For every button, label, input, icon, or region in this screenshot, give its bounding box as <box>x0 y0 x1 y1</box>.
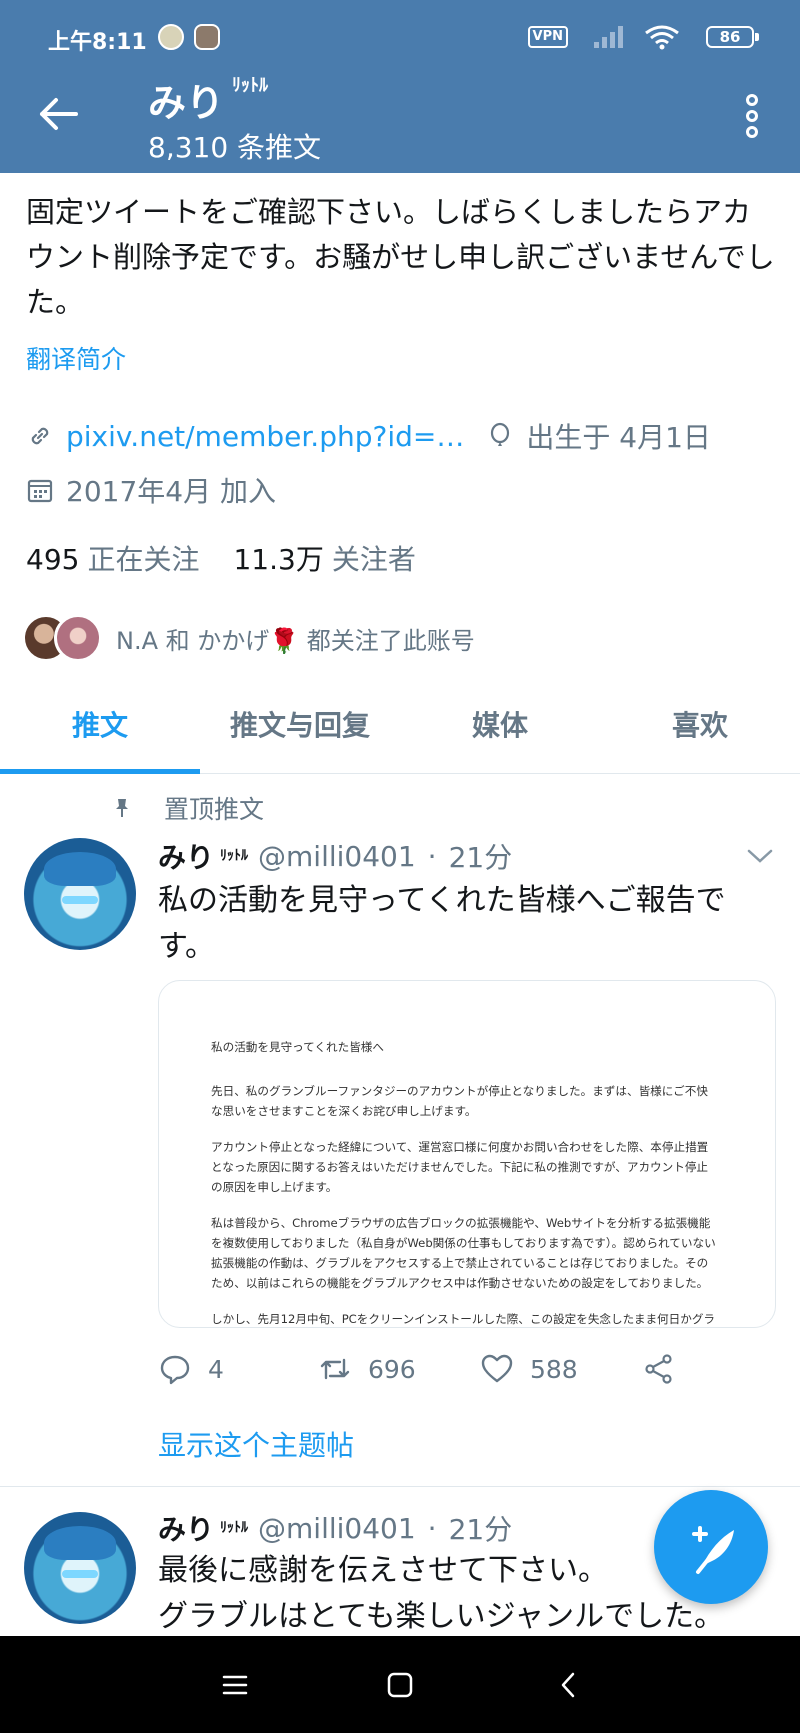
menu-icon[interactable] <box>220 1670 250 1700</box>
profile-joined-date: 2017年4月 加入 <box>66 475 276 508</box>
reply-button[interactable]: 4 <box>158 1352 318 1386</box>
notification-app-icon <box>158 24 184 50</box>
show-thread-link[interactable]: 显示这个主题帖 <box>158 1424 354 1464</box>
doc-title: 私の活動を見守ってくれた皆様へ <box>211 1040 384 1054</box>
tweet-time: 21分 <box>448 1513 513 1546</box>
separator-dot: · <box>427 1511 437 1545</box>
profile-birthday: 出生于 4月1日 <box>526 421 711 454</box>
profile-website-link[interactable]: pixiv.net/member.php?id=… <box>66 420 464 453</box>
compose-feather-icon <box>692 1526 734 1574</box>
reply-icon <box>160 1355 190 1385</box>
followed-by-text: N.A 和 かかげ🌹 都关注了此账号 <box>116 626 475 655</box>
like-button[interactable]: 588 <box>480 1352 642 1386</box>
share-icon <box>645 1354 672 1384</box>
profile-meta-row: pixiv.net/member.php?id=… 出生于 4月1日 <box>26 416 711 456</box>
wifi-icon <box>645 25 679 50</box>
doc-paragraph: しかし、先月12月中旬、PCをクリーンインストールした際、この設定を失念したまま… <box>211 1312 716 1326</box>
translate-bio-link[interactable]: 翻译简介 <box>26 340 126 376</box>
retweet-count: 696 <box>368 1354 416 1384</box>
retweet-icon <box>320 1358 350 1380</box>
followed-by-row[interactable]: N.A 和 かかげ🌹 都关注了此账号 <box>22 612 475 664</box>
back-icon[interactable] <box>554 1670 584 1700</box>
tweet-time: 21分 <box>448 841 513 874</box>
reply-count: 4 <box>208 1354 224 1384</box>
more-options-icon[interactable] <box>746 94 760 138</box>
profile-joined-row: 2017年4月 加入 <box>26 470 276 510</box>
tab-tweets-replies[interactable]: 推文与回复 <box>200 686 400 773</box>
calendar-icon <box>27 479 53 503</box>
doc-paragraph: 先日、私のグランブルーファンタジーのアカウントが停止となりました。まずは、皆様に… <box>211 1084 708 1118</box>
balloon-icon <box>491 422 510 446</box>
battery-icon: 86 <box>706 26 759 48</box>
tweet-actions: 4 696 588 <box>158 1352 718 1386</box>
tweet-count: 8,310 条推文 <box>148 131 322 164</box>
tweet-text: 私の活動を見守ってくれた皆様へご報告です。 <box>158 883 726 964</box>
profile-bio: 固定ツイートをご確認下さい。しばらくしましたらアカウント削除予定です。お騒がせし… <box>26 195 775 319</box>
following-stat[interactable]: 495 正在关注 <box>26 538 199 578</box>
retweet-button[interactable]: 696 <box>318 1352 480 1386</box>
tweet-image-card[interactable]: 私の活動を見守ってくれた皆様へ 先日、私のグランブルーファンタジーのアカウントが… <box>158 980 776 1328</box>
profile-name-text: みり <box>148 81 225 125</box>
profile-name: みり ﾘｯﾄﾙ <box>148 72 268 127</box>
status-bar: 上午8:11 VPN 86 <box>48 22 760 58</box>
followers-label: 关注者 <box>331 543 416 576</box>
pin-icon <box>116 799 128 817</box>
attached-document: 私の活動を見守ってくれた皆様へ 先日、私のグランブルーファンタジーのアカウントが… <box>159 981 775 1327</box>
tweet-header: みり ﾘｯﾄﾙ @milli0401 · 21分 <box>158 836 512 876</box>
tweet-header: みり ﾘｯﾄﾙ @milli0401 · 21分 <box>158 1508 512 1548</box>
avatar[interactable] <box>24 838 136 950</box>
followers-count: 11.3万 <box>233 543 324 576</box>
profile-header: 上午8:11 VPN 86 みり ﾘｯﾄﾙ 8,310 条推文 <box>0 0 800 173</box>
tweet-author-handle[interactable]: @milli0401 <box>258 1512 416 1545</box>
like-count: 588 <box>530 1354 578 1384</box>
chevron-down-icon[interactable] <box>746 846 774 866</box>
tweet-divider <box>0 1486 800 1487</box>
tab-media[interactable]: 媒体 <box>400 686 600 773</box>
followers-stat[interactable]: 11.3万 关注者 <box>233 538 415 578</box>
tweet-author-handle[interactable]: @milli0401 <box>258 840 416 873</box>
tweet-author-name-suffix: ﾘｯﾄﾙ <box>220 1520 249 1536</box>
tab-tweets[interactable]: 推文 <box>0 686 200 774</box>
home-icon[interactable] <box>385 1670 415 1700</box>
pinned-tweet-label: 置顶推文 <box>110 790 264 826</box>
avatar[interactable] <box>24 1512 136 1624</box>
following-count: 495 <box>26 543 80 576</box>
notification-avatar-icon <box>194 24 220 50</box>
doc-paragraph: 私は普段から、Chromeブラウザの広告ブロックの拡張機能や、Webサイトを分析… <box>211 1216 716 1290</box>
tweet-author-name[interactable]: みり <box>158 836 214 876</box>
separator-dot: · <box>427 839 437 873</box>
profile-tabs: 推文 推文与回复 媒体 喜欢 <box>0 686 800 774</box>
follower-avatar <box>54 614 102 662</box>
compose-tweet-button[interactable] <box>654 1490 768 1604</box>
follow-stats: 495 正在关注 11.3万 关注者 <box>26 538 416 578</box>
back-arrow-icon[interactable] <box>36 92 80 136</box>
heart-icon <box>481 1354 513 1383</box>
profile-name-suffix: ﾘｯﾄﾙ <box>232 75 269 96</box>
pinned-label-text: 置顶推文 <box>164 795 265 824</box>
system-navigation-bar <box>0 1636 800 1733</box>
link-icon <box>31 427 49 445</box>
following-label: 正在关注 <box>87 543 200 576</box>
tweet-author-name[interactable]: みり <box>158 1508 214 1548</box>
vpn-icon: VPN <box>527 26 568 48</box>
tweet-author-name-suffix: ﾘｯﾄﾙ <box>220 848 249 864</box>
tab-likes[interactable]: 喜欢 <box>600 686 800 773</box>
signal-icon <box>594 26 623 48</box>
doc-paragraph: アカウント停止となった経緯について、運営窓口様に何度かお問い合わせをした際、本停… <box>211 1140 709 1194</box>
status-time: 上午8:11 <box>48 30 147 55</box>
share-button[interactable] <box>642 1352 692 1386</box>
